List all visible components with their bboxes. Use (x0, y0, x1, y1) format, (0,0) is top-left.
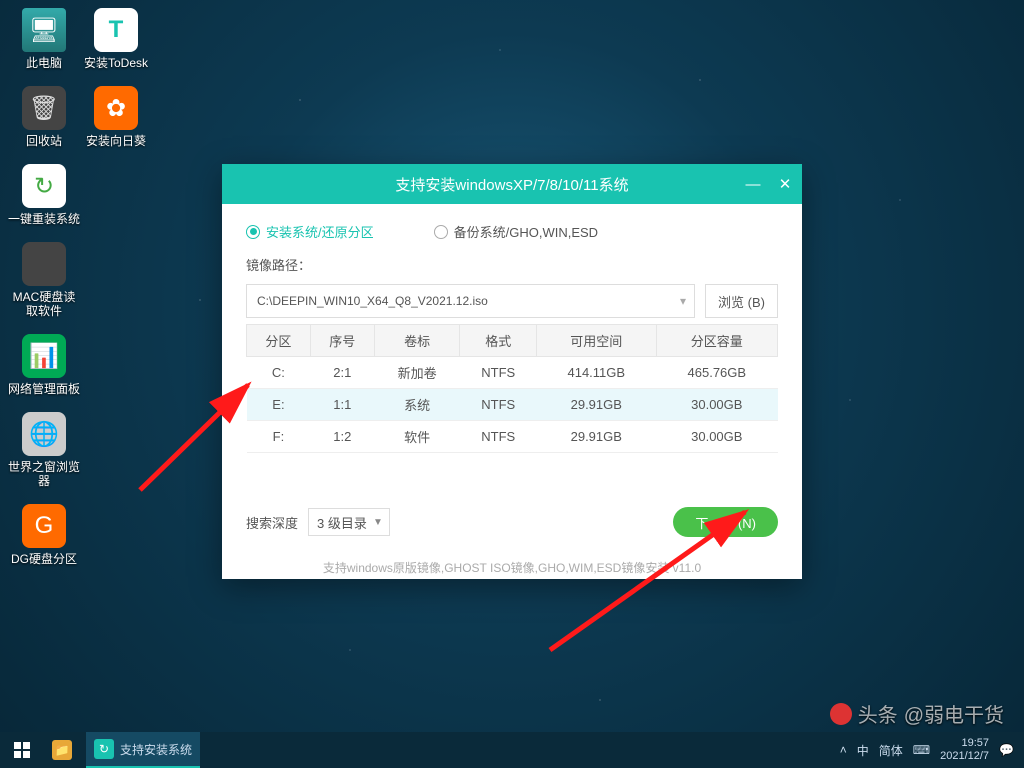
avatar-icon (830, 703, 852, 725)
table-row[interactable]: E: 1:1 系统 NTFS 29.91GB 30.00GB (247, 389, 778, 421)
apple-icon (22, 242, 66, 286)
monitor-icon: 🖥 (22, 8, 66, 52)
app-icon: ↻ (94, 739, 114, 759)
desktop-icon-recycle-bin[interactable]: 🗑回收站 (8, 86, 80, 148)
radio-backup[interactable]: 备份系统/GHO,WIN,ESD (434, 222, 598, 241)
path-label: 镜像路径： (246, 255, 778, 274)
installer-window: 支持安装windowsXP/7/8/10/11系统 — ✕ 安装系统/还原分区 … (222, 164, 802, 579)
depth-label: 搜索深度 (246, 513, 298, 532)
partition-table: 分区 序号 卷标 格式 可用空间 分区容量 C: 2:1 新加卷 NTFS 41… (246, 324, 778, 453)
table-row[interactable]: C: 2:1 新加卷 NTFS 414.11GB 465.76GB (247, 357, 778, 389)
desktop-icon-sunflower[interactable]: ✿安装向日葵 (80, 86, 152, 148)
desktop-icon-mac-disk[interactable]: MAC硬盘读取软件 (8, 242, 80, 318)
col-fs: 格式 (460, 325, 537, 357)
iso-path-value: C:\DEEPIN_WIN10_X64_Q8_V2021.12.iso (257, 294, 488, 308)
dg-icon: G (22, 504, 66, 548)
next-button[interactable]: 下一步 (N) (673, 507, 778, 537)
keyboard-icon[interactable]: ⌨ (913, 743, 930, 757)
reinstall-icon: ↻ (22, 164, 66, 208)
start-button[interactable] (0, 732, 44, 768)
radio-on-icon (246, 225, 260, 239)
chevron-down-icon: ▾ (680, 294, 686, 308)
folder-icon: 📁 (52, 740, 72, 760)
windows-icon (14, 742, 30, 758)
system-tray: ˄ 中 简体 ⌨ 19:57 2021/12/7 💬 (840, 737, 1024, 763)
col-free: 可用空间 (536, 325, 656, 357)
col-cap: 分区容量 (656, 325, 777, 357)
todesk-icon: T (94, 8, 138, 52)
sunflower-icon: ✿ (94, 86, 138, 130)
col-label: 卷标 (374, 325, 460, 357)
tray-chevron-icon[interactable]: ˄ (840, 743, 847, 757)
col-drive: 分区 (247, 325, 311, 357)
ime-indicator[interactable]: 中 (857, 742, 869, 759)
depth-select[interactable]: 3 级目录 ▼ (308, 508, 390, 536)
titlebar: 支持安装windowsXP/7/8/10/11系统 — ✕ (222, 164, 802, 204)
close-button[interactable]: ✕ (776, 175, 794, 193)
browse-button[interactable]: 浏览 (B) (705, 284, 778, 318)
chevron-down-icon: ▼ (373, 517, 383, 528)
globe-icon: 🌐 (22, 412, 66, 456)
desktop-icon-network-panel[interactable]: 📊网络管理面板 (8, 334, 80, 396)
desktop-icon-reinstall[interactable]: ↻一键重装系统 (8, 164, 80, 226)
table-row[interactable]: F: 1:2 软件 NTFS 29.91GB 30.00GB (247, 421, 778, 453)
desktop-icon-browser[interactable]: 🌐世界之窗浏览器 (8, 412, 80, 488)
network-icon: 📊 (22, 334, 66, 378)
watermark: 头条 @弱电干货 (830, 699, 1004, 728)
trash-icon: 🗑 (22, 86, 66, 130)
taskbar: 📁 ↻ 支持安装系统 ˄ 中 简体 ⌨ 19:57 2021/12/7 💬 (0, 732, 1024, 768)
desktop-icon-this-pc[interactable]: 🖥此电脑 (8, 8, 80, 70)
iso-path-dropdown[interactable]: C:\DEEPIN_WIN10_X64_Q8_V2021.12.iso ▾ (246, 284, 695, 318)
window-title: 支持安装windowsXP/7/8/10/11系统 (395, 174, 628, 195)
footnote: 支持windows原版镜像,GHOST ISO镜像,GHO,WIM,ESD镜像安… (246, 559, 778, 576)
ime-mode[interactable]: 简体 (879, 742, 903, 759)
desktop-icon-todesk[interactable]: T安装ToDesk (80, 8, 152, 70)
minimize-button[interactable]: — (744, 175, 762, 193)
taskbar-clock[interactable]: 19:57 2021/12/7 (940, 737, 989, 763)
desktop-icons: 🖥此电脑 🗑回收站 ↻一键重装系统 MAC硬盘读取软件 📊网络管理面板 🌐世界之… (8, 8, 168, 582)
notifications-icon[interactable]: 💬 (999, 743, 1014, 757)
col-index: 序号 (310, 325, 374, 357)
taskbar-explorer[interactable]: 📁 (44, 732, 86, 768)
desktop-icon-dg[interactable]: GDG硬盘分区 (8, 504, 80, 566)
radio-install[interactable]: 安装系统/还原分区 (246, 222, 374, 241)
taskbar-app[interactable]: ↻ 支持安装系统 (86, 732, 200, 768)
radio-off-icon (434, 225, 448, 239)
